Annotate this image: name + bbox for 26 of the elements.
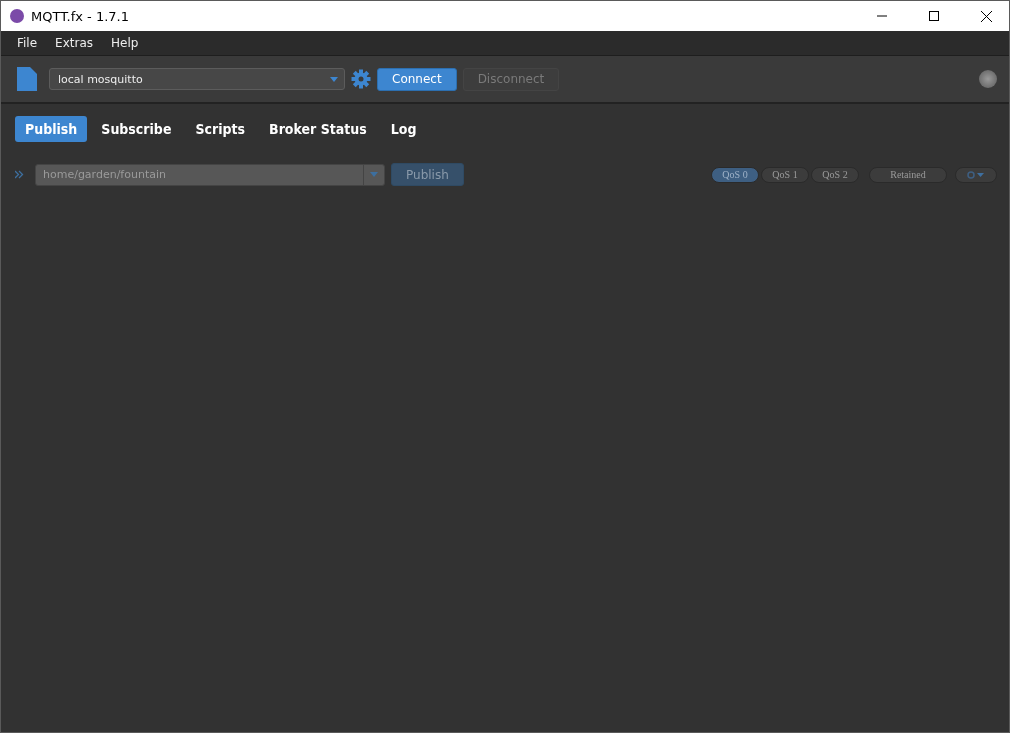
retained-toggle[interactable]: Retained [869,166,947,183]
window-title: MQTT.fx - 1.7.1 [31,8,130,24]
app-logo-icon [9,8,25,24]
tab[interactable]: Publish [15,116,88,142]
gear-caret-icon [966,170,986,179]
caret-icon [330,76,338,82]
caret-icon [370,172,378,177]
connect-button[interactable]: Connect [377,67,457,91]
menu-item[interactable]: File [9,36,46,50]
tab[interactable]: Broker Status [259,116,377,142]
qos-toggle[interactable]: QoS 0 [711,166,759,183]
qos-toggle[interactable]: QoS 2 [811,166,859,183]
menu-item[interactable]: Extras [47,36,102,50]
tab[interactable]: Log [380,116,427,142]
settings-icon[interactable] [351,69,371,89]
expand-icon[interactable] [15,170,24,179]
topic-field[interactable]: home/garden/fountain [35,163,385,186]
options-dropdown[interactable] [955,166,997,183]
profile-select[interactable]: local mosquitto [49,68,345,90]
qos-toggle[interactable]: QoS 1 [761,166,809,183]
maximize-icon [929,11,939,21]
menu-item[interactable]: Help [103,36,147,50]
document-icon[interactable] [17,67,37,91]
tab[interactable]: Subscribe [91,116,182,142]
close-icon [980,10,992,22]
tab[interactable]: Scripts [185,116,256,142]
